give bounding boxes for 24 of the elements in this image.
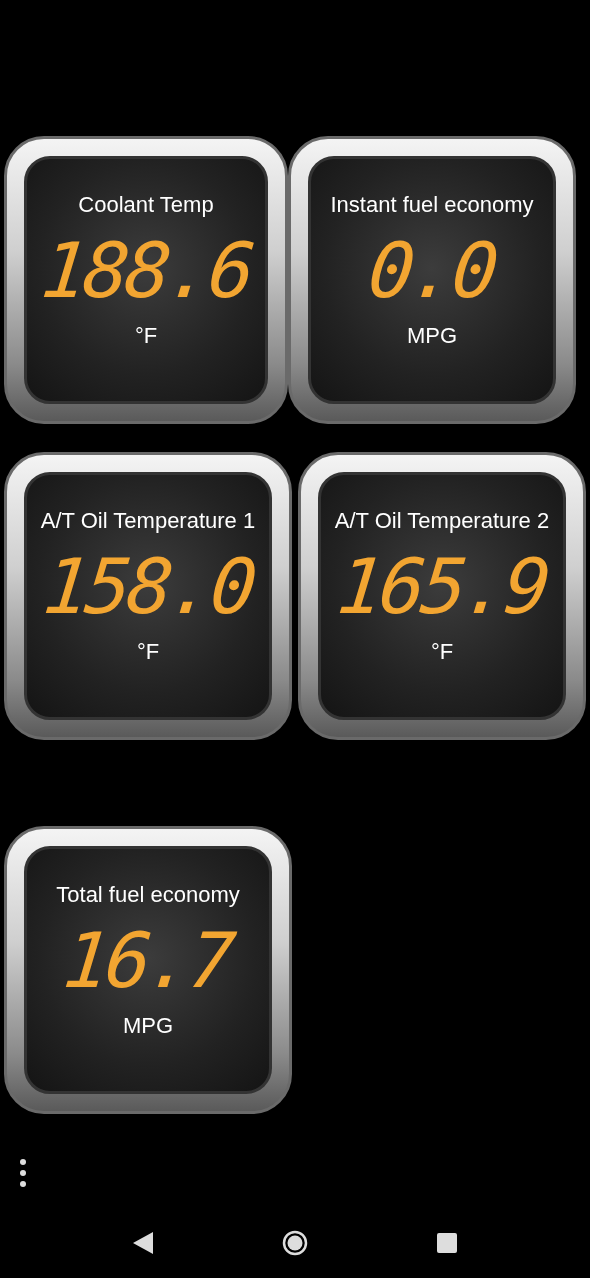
gauge-value: 165.9: [333, 549, 551, 625]
gauge-bezel[interactable]: A/T Oil Temperature 2 165.9 °F: [298, 452, 586, 740]
gauge-bezel[interactable]: Total fuel economy 16.7 MPG: [4, 826, 292, 1114]
gauge-bezel[interactable]: Coolant Temp 188.6 °F: [4, 136, 288, 424]
gauge-value: 0.0: [365, 233, 499, 309]
gauge-label: A/T Oil Temperature 1: [39, 511, 257, 535]
home-icon[interactable]: [282, 1230, 308, 1256]
gauge-unit: MPG: [122, 1013, 174, 1039]
gauge-value: 158.0: [39, 549, 257, 625]
back-icon[interactable]: [132, 1231, 154, 1255]
gauge-unit: °F: [134, 323, 158, 349]
menu-icon[interactable]: [19, 1158, 27, 1188]
gauge-label: A/T Oil Temperature 2: [333, 511, 551, 535]
gauge-value: 188.6: [37, 233, 255, 309]
gauge-unit: °F: [136, 639, 160, 665]
gauge-label: Instant fuel economy: [329, 195, 535, 219]
gauge-unit: MPG: [406, 323, 458, 349]
gauge-label: Coolant Temp: [77, 195, 215, 219]
recents-icon[interactable]: [436, 1232, 458, 1254]
gauge-label: Total fuel economy: [55, 885, 241, 909]
gauge-unit: °F: [430, 639, 454, 665]
gauge-bezel[interactable]: Instant fuel economy 0.0 MPG: [288, 136, 576, 424]
gauge-value: 16.7: [60, 923, 236, 999]
gauge-bezel[interactable]: A/T Oil Temperature 1 158.0 °F: [4, 452, 292, 740]
